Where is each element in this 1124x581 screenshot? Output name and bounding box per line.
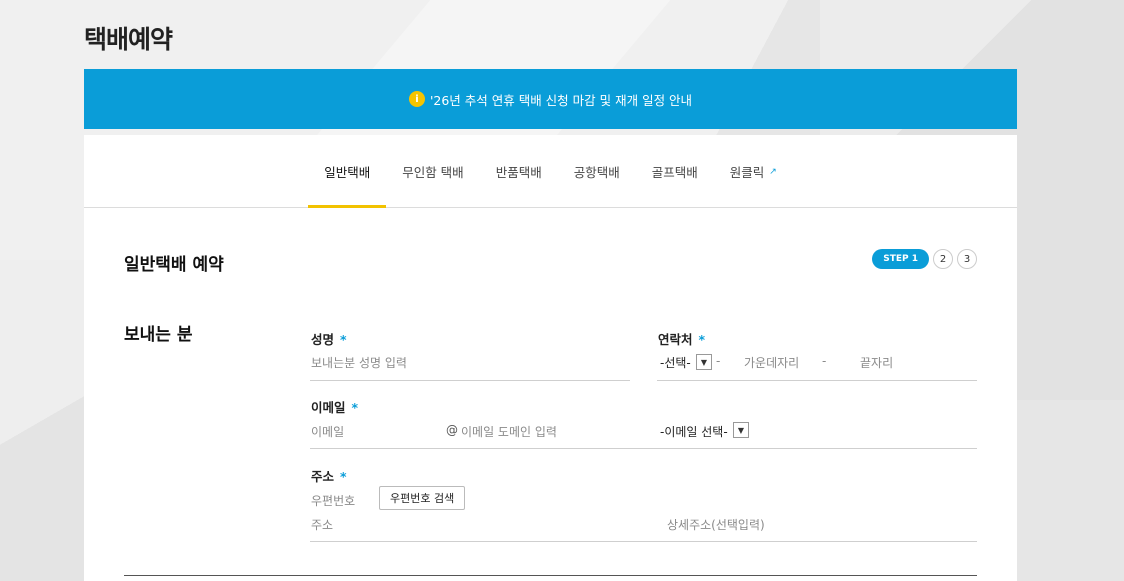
name-label: 성명 * (311, 329, 347, 348)
tab-label: 원클릭 (729, 165, 765, 180)
tab-airport-delivery[interactable]: 공항택배 (558, 135, 636, 208)
required-mark: * (340, 332, 347, 347)
address-label: 주소 * (311, 466, 347, 485)
chevron-down-icon[interactable]: ▼ (696, 354, 712, 370)
phone-separator: - (822, 354, 827, 368)
address-input[interactable]: 주소 (311, 516, 333, 533)
tab-label: 무인함 택배 (402, 165, 464, 180)
phone-separator: - (716, 354, 721, 368)
name-underline (310, 380, 630, 381)
at-sign: @ (446, 423, 458, 437)
email-domain-input[interactable]: 이메일 도메인 입력 (461, 423, 557, 440)
tab-label: 공항택배 (573, 165, 620, 180)
tab-one-click[interactable]: 원클릭 ↗ (714, 135, 793, 208)
name-label-text: 성명 (311, 332, 335, 347)
phone-last-input[interactable]: 끝자리 (860, 354, 893, 371)
required-mark: * (340, 469, 347, 484)
phone-prefix-select[interactable]: -선택- (660, 354, 691, 371)
phone-label: 연락처 * (658, 329, 705, 348)
chevron-down-icon[interactable]: ▼ (733, 422, 749, 438)
address-label-text: 주소 (311, 469, 335, 484)
detail-address-input[interactable]: 상세주소(선택입력) (667, 516, 765, 533)
required-mark: * (698, 332, 706, 347)
phone-underline (657, 380, 977, 381)
reservation-panel: 일반택배 무인함 택배 반품택배 공항택배 골프택배 원클릭 ↗ 일반택배 예약 … (84, 135, 1017, 581)
section-title: 일반택배 예약 (124, 255, 224, 275)
tab-general-delivery[interactable]: 일반택배 (308, 135, 387, 208)
email-label: 이메일 * (311, 397, 358, 416)
step-1-badge: STEP 1 (872, 249, 929, 269)
step-indicator: STEP 1 2 3 (872, 249, 977, 269)
sender-section-title: 보내는 분 (124, 325, 193, 345)
section-divider (124, 575, 977, 576)
tab-golf-delivery[interactable]: 골프택배 (636, 135, 714, 208)
info-icon: i (408, 91, 425, 107)
tab-label: 골프택배 (651, 165, 698, 180)
notice-banner[interactable]: i '26년 추석 연휴 택배 신청 마감 및 재개 일정 안내 (84, 69, 1017, 129)
tab-bar: 일반택배 무인함 택배 반품택배 공항택배 골프택배 원클릭 ↗ (84, 135, 1017, 208)
required-mark: * (351, 400, 359, 415)
background-stripe (0, 260, 84, 581)
email-id-input[interactable]: 이메일 (311, 423, 344, 440)
address-underline (310, 541, 977, 542)
zip-code-input[interactable]: 우편번호 (311, 492, 355, 509)
zip-search-button[interactable]: 우편번호 검색 (379, 486, 466, 510)
notice-text[interactable]: '26년 추석 연휴 택배 신청 마감 및 재개 일정 안내 (430, 90, 692, 109)
email-label-text: 이메일 (311, 400, 346, 415)
step-2-badge: 2 (933, 249, 953, 269)
phone-label-text: 연락처 (658, 332, 693, 347)
phone-middle-input[interactable]: 가운데자리 (744, 354, 799, 371)
external-link-icon: ↗ (769, 166, 777, 177)
tab-label: 반품택배 (495, 165, 542, 180)
email-underline (310, 448, 977, 449)
step-3-badge: 3 (957, 249, 977, 269)
sender-name-input[interactable]: 보내는분 성명 입력 (311, 354, 407, 371)
tab-return-delivery[interactable]: 반품택배 (480, 135, 558, 208)
email-domain-select[interactable]: -이메일 선택- (660, 423, 728, 440)
tab-locker-delivery[interactable]: 무인함 택배 (386, 135, 479, 208)
tab-label: 일반택배 (324, 165, 371, 180)
page-title: 택배예약 (84, 25, 173, 54)
